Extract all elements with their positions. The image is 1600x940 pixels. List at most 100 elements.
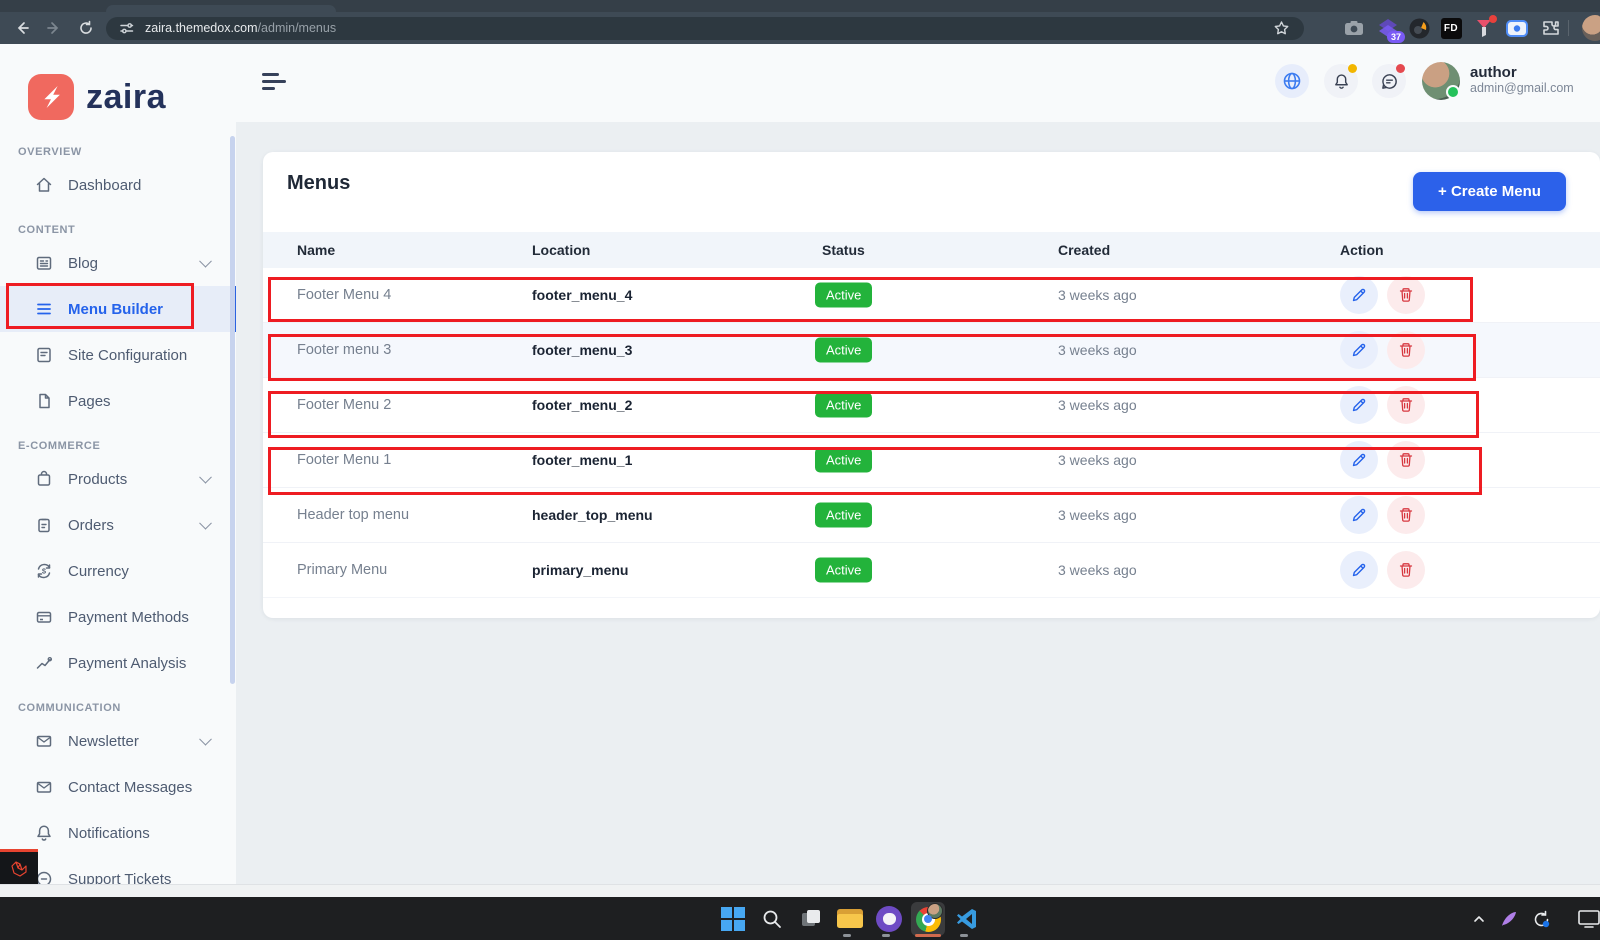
trash-icon [1397,341,1415,359]
extension-fd[interactable]: FD [1440,17,1462,39]
site-info-icon[interactable] [118,20,135,37]
edit-button[interactable] [1340,551,1378,589]
sidebar-toggle-button[interactable] [262,73,286,90]
page-title: Menus [287,172,350,195]
sidebar-item-label: Notifications [68,825,150,842]
online-status-dot [1446,85,1460,99]
column-header-name: Name [297,242,335,258]
logo[interactable]: zaira [0,44,236,130]
user-menu[interactable] [1422,62,1460,100]
sidebar-item-pages[interactable]: Pages [0,378,236,424]
url-bar[interactable]: zaira.themedox.com/admin/menus [106,17,1304,40]
table-row: Primary Menu primary_menu Active 3 weeks… [263,543,1600,598]
edit-button[interactable] [1340,441,1378,479]
delete-button[interactable] [1387,386,1425,424]
create-menu-button[interactable]: + Create Menu [1413,172,1566,211]
sidebar-item-label: Newsletter [68,733,139,750]
menu-location: header_top_menu [532,507,653,523]
search-icon [761,908,783,930]
sidebar-item-newsletter[interactable]: Newsletter [0,718,236,764]
task-view-icon [799,907,823,931]
table-row: Footer menu 3 footer_menu_3 Active 3 wee… [263,323,1600,378]
extension-pink[interactable] [1473,17,1495,39]
sidebar-item-dashboard[interactable]: Dashboard [0,162,236,208]
delete-button[interactable] [1387,441,1425,479]
section-label-overview: OVERVIEW [18,146,236,162]
sidebar-item-contact-messages[interactable]: Contact Messages [0,764,236,810]
extension-camera[interactable] [1343,17,1365,39]
menu-name: Footer menu 3 [297,342,391,358]
edit-button[interactable] [1340,331,1378,369]
menu-location: footer_menu_4 [532,287,632,303]
sidebar-item-label: Dashboard [68,177,141,194]
extension-blue[interactable] [1506,17,1528,39]
active-tab[interactable] [106,5,336,12]
start-button[interactable] [716,902,750,936]
reload-button[interactable] [74,16,98,40]
browser-horizontal-scrollbar[interactable] [0,884,1600,898]
menu-builder-icon [34,299,54,319]
sidebar-scrollbar[interactable] [230,136,235,684]
edit-button[interactable] [1340,276,1378,314]
sidebar-item-site-configuration[interactable]: Site Configuration [0,332,236,378]
forward-button[interactable] [42,16,66,40]
delete-button[interactable] [1387,331,1425,369]
globe-icon [1282,71,1302,91]
chat-icon [1380,72,1399,91]
messages-button[interactable] [1372,64,1406,98]
chrome-button[interactable] [911,902,945,936]
sidebar-item-label: Payment Methods [68,609,189,626]
extensions-menu[interactable] [1539,17,1561,39]
language-button[interactable] [1275,64,1309,98]
sidebar-item-menu-builder[interactable]: Menu Builder [0,286,236,332]
extension-purple[interactable]: 37 [1377,17,1399,39]
notification-dot [1489,15,1497,23]
bookmark-star-icon[interactable] [1273,20,1290,37]
edit-button[interactable] [1340,496,1378,534]
delete-button[interactable] [1387,551,1425,589]
sidebar-item-blog[interactable]: Blog [0,240,236,286]
sidebar-item-orders[interactable]: Orders [0,502,236,548]
delete-button[interactable] [1387,276,1425,314]
currency-icon: $ [34,561,54,581]
task-view-button[interactable] [794,902,828,936]
tray-chevron-button[interactable] [1462,902,1496,936]
sidebar-item-payment-analysis[interactable]: Payment Analysis [0,640,236,686]
edit-button[interactable] [1340,386,1378,424]
vscode-button[interactable] [950,902,984,936]
sidebar-item-payment-methods[interactable]: Payment Methods [0,594,236,640]
laravel-debugbar-toggle[interactable] [0,849,38,885]
taskbar-search[interactable] [755,902,789,936]
user-name: author [1470,64,1574,81]
pencil-icon [1350,286,1368,304]
blog-icon [34,253,54,273]
app-header: author admin@gmail.com [236,44,1600,122]
status-badge: Active [815,558,872,583]
browser-profile-avatar[interactable] [1582,15,1600,41]
trash-icon [1397,506,1415,524]
logo-text: zaira [86,78,166,117]
github-desktop-button[interactable] [872,902,906,936]
vscode-icon [955,907,979,931]
tray-sync-app[interactable] [1524,902,1558,936]
file-explorer-button[interactable] [833,902,867,936]
delete-button[interactable] [1387,496,1425,534]
section-label-content: CONTENT [18,224,236,240]
tray-feather-app[interactable] [1492,902,1526,936]
back-arrow-icon [14,20,30,36]
pencil-icon [1350,561,1368,579]
extension-dark-orange[interactable] [1408,17,1430,39]
table-header: Name Location Status Created Action [263,232,1600,268]
column-header-action: Action [1340,242,1384,258]
menu-created: 3 weeks ago [1058,507,1137,523]
sidebar-item-label: Blog [68,255,98,272]
back-button[interactable] [10,16,34,40]
url-domain: zaira.themedox.com [145,21,258,35]
notifications-button[interactable] [1324,64,1358,98]
sidebar-item-products[interactable]: Products [0,456,236,502]
tray-monitor-app[interactable] [1572,902,1600,936]
chevron-up-icon [1472,912,1486,926]
user-avatar [1422,62,1460,100]
sidebar-item-currency[interactable]: $ Currency [0,548,236,594]
feather-icon [1499,909,1519,929]
